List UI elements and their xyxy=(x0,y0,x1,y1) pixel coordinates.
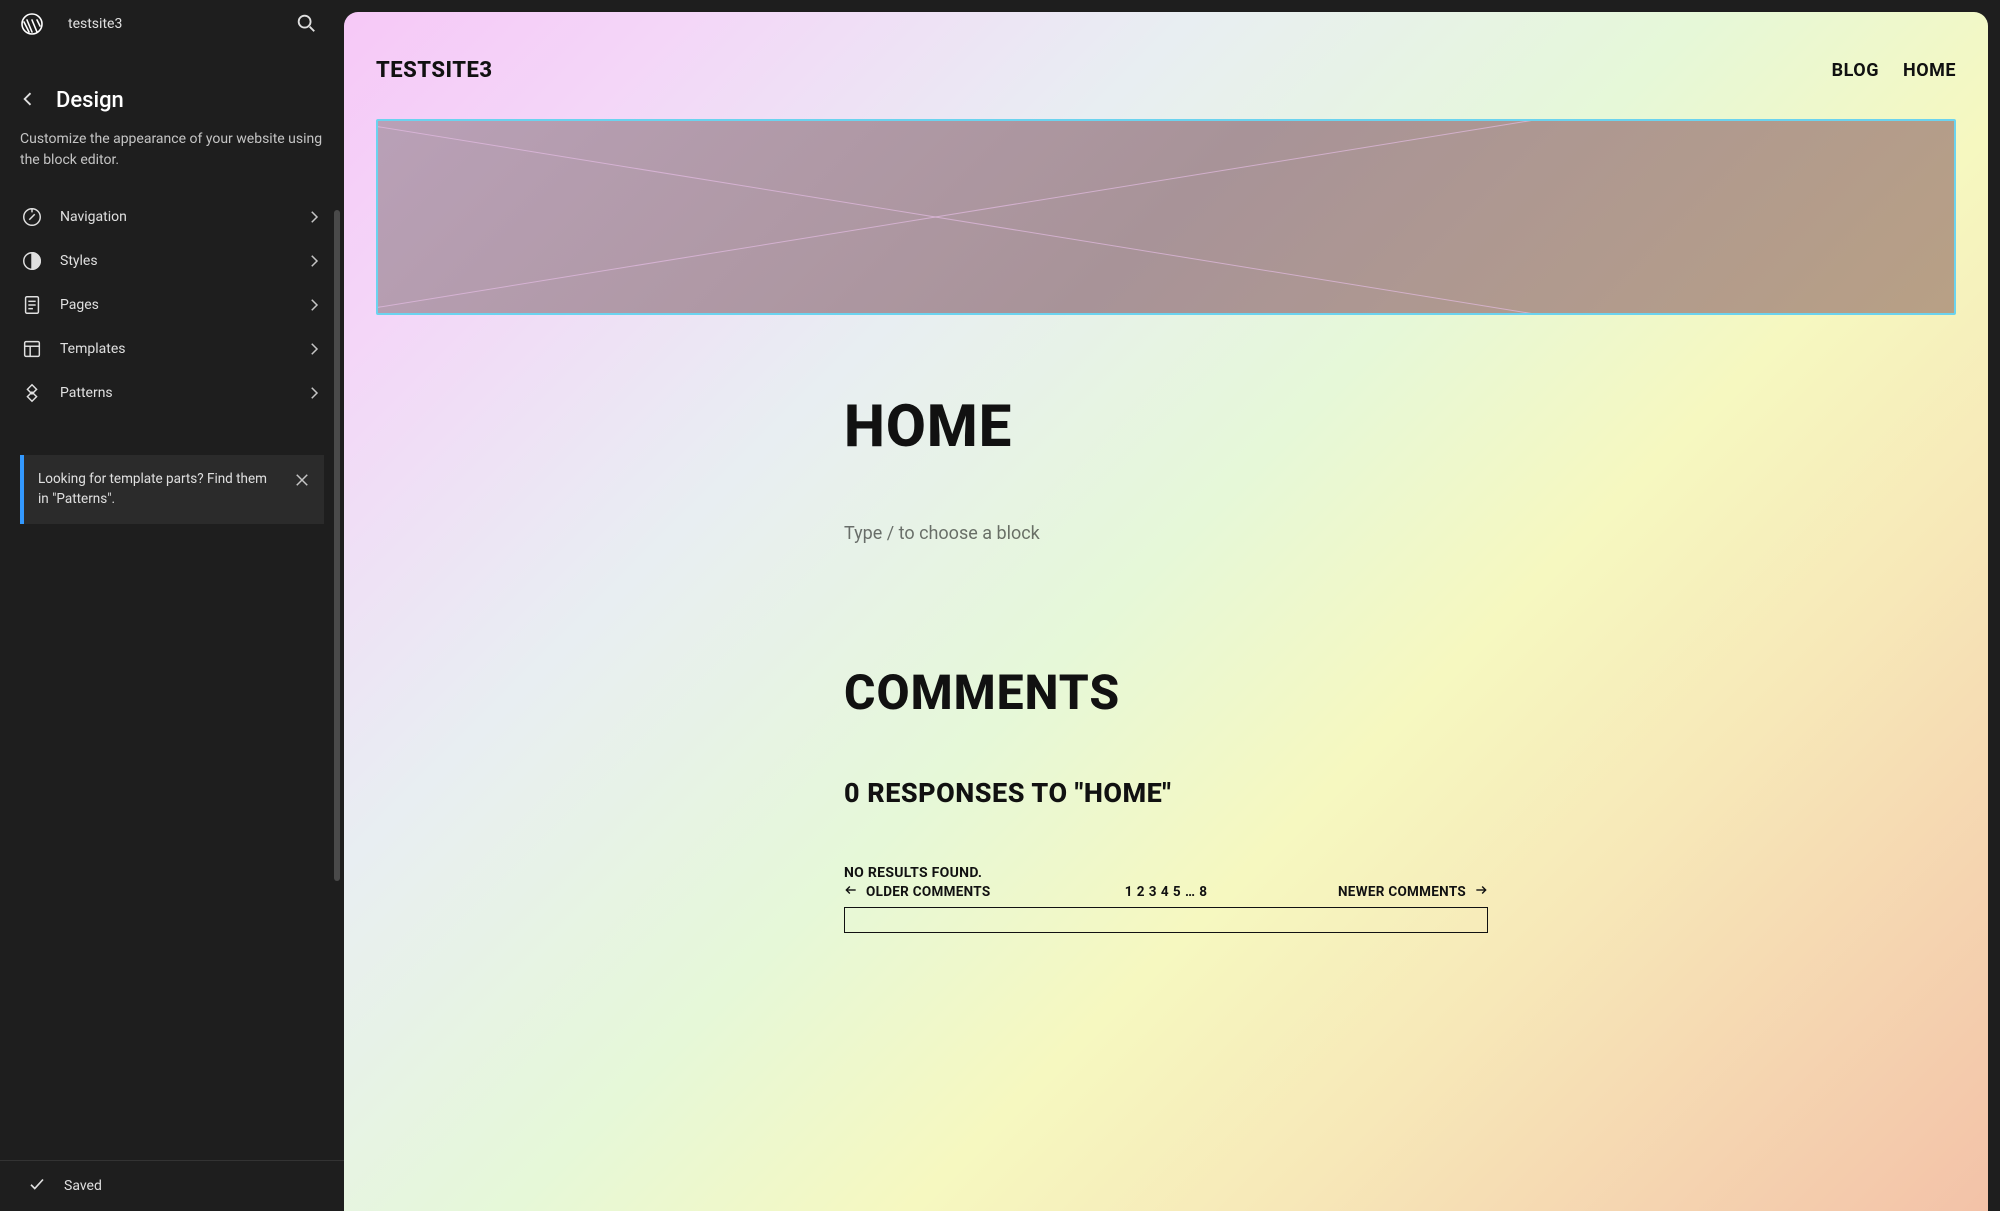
comment-form-box[interactable] xyxy=(844,907,1488,933)
nav-link-blog[interactable]: BLOG xyxy=(1832,60,1879,81)
page-number[interactable]: 5 xyxy=(1172,884,1182,900)
sidebar-item-navigation[interactable]: Navigation xyxy=(10,195,334,239)
chevron-right-icon xyxy=(304,251,324,271)
chevron-right-icon xyxy=(304,207,324,227)
page-icon xyxy=(20,293,44,317)
nav-link-home[interactable]: HOME xyxy=(1903,60,1956,81)
page-number[interactable]: 1 xyxy=(1124,884,1134,900)
sidebar-menu: Navigation Styles xyxy=(0,195,344,415)
save-status: Saved xyxy=(64,1178,102,1194)
sidebar-footer: Saved xyxy=(0,1160,344,1211)
sidebar-item-label: Navigation xyxy=(60,209,127,225)
arrow-right-icon xyxy=(1474,883,1488,901)
sidebar-item-patterns[interactable]: Patterns xyxy=(10,371,334,415)
responses-heading[interactable]: 0 RESPONSES TO "HOME" xyxy=(844,777,1488,809)
chevron-right-icon xyxy=(304,295,324,315)
sidebar-item-label: Templates xyxy=(60,341,126,357)
sidebar-item-styles[interactable]: Styles xyxy=(10,239,334,283)
preview-site-title[interactable]: TESTSITE3 xyxy=(376,58,493,83)
page-number[interactable]: 3 xyxy=(1148,884,1158,900)
wordpress-logo-icon[interactable] xyxy=(20,12,44,36)
layout-icon xyxy=(20,337,44,361)
older-comments-label: OLDER COMMENTS xyxy=(866,884,990,900)
sidebar-item-label: Patterns xyxy=(60,385,113,401)
page-number[interactable]: 2 xyxy=(1136,884,1146,900)
chevron-left-icon xyxy=(18,89,38,112)
arrow-left-icon xyxy=(844,883,858,901)
chevron-right-icon xyxy=(304,339,324,359)
sidebar-item-label: Pages xyxy=(60,297,99,313)
page-number[interactable]: 4 xyxy=(1160,884,1170,900)
no-results-text: NO RESULTS FOUND. xyxy=(844,865,1488,881)
sidebar: testsite3 Design Customize the appearan xyxy=(0,0,344,1211)
sidebar-scrollbar[interactable] xyxy=(334,210,340,881)
search-icon xyxy=(295,12,317,37)
diamond-grid-icon xyxy=(20,381,44,405)
preview-content: HOME Type / to choose a block COMMENTS 0… xyxy=(844,393,1488,933)
preview-wrap: TESTSITE3 BLOG HOME HOME Type / to choos… xyxy=(344,0,2000,1211)
sidebar-description: Customize the appearance of your website… xyxy=(0,129,344,195)
page-heading[interactable]: HOME xyxy=(844,393,1488,461)
scrollbar-thumb[interactable] xyxy=(334,210,340,881)
preview-header: TESTSITE3 BLOG HOME xyxy=(376,58,1956,83)
pager-pages: 1 2 3 4 5 … 8 xyxy=(1124,884,1209,900)
close-icon xyxy=(293,471,311,492)
search-button[interactable] xyxy=(288,6,324,42)
sidebar-header: Design xyxy=(0,48,344,129)
sidebar-item-pages[interactable]: Pages xyxy=(10,283,334,327)
half-circle-icon xyxy=(20,249,44,273)
sidebar-item-label: Styles xyxy=(60,253,98,269)
preview-nav: BLOG HOME xyxy=(1832,60,1956,81)
back-button[interactable] xyxy=(16,89,40,113)
sidebar-title: Design xyxy=(56,88,124,113)
compass-icon xyxy=(20,205,44,229)
block-inserter-prompt[interactable]: Type / to choose a block xyxy=(844,523,1488,544)
hero-image-block[interactable] xyxy=(376,119,1956,315)
check-icon xyxy=(28,1175,46,1197)
site-name: testsite3 xyxy=(68,16,122,32)
sidebar-topbar: testsite3 xyxy=(0,0,344,48)
notice-close-button[interactable] xyxy=(286,465,318,497)
chevron-right-icon xyxy=(304,383,324,403)
comments-heading[interactable]: COMMENTS xyxy=(844,664,1488,721)
comments-pager: OLDER COMMENTS 1 2 3 4 5 … 8 NEWER C xyxy=(844,883,1488,901)
newer-comments-link[interactable]: NEWER COMMENTS xyxy=(1338,883,1488,901)
newer-comments-label: NEWER COMMENTS xyxy=(1338,884,1466,900)
older-comments-link[interactable]: OLDER COMMENTS xyxy=(844,883,990,901)
template-parts-notice: Looking for template parts? Find them in… xyxy=(20,455,324,524)
page-ellipsis: … xyxy=(1184,884,1196,900)
page-number[interactable]: 8 xyxy=(1198,884,1208,900)
sidebar-item-templates[interactable]: Templates xyxy=(10,327,334,371)
notice-text: Looking for template parts? Find them in… xyxy=(38,471,267,507)
site-preview[interactable]: TESTSITE3 BLOG HOME HOME Type / to choos… xyxy=(344,12,1988,1211)
